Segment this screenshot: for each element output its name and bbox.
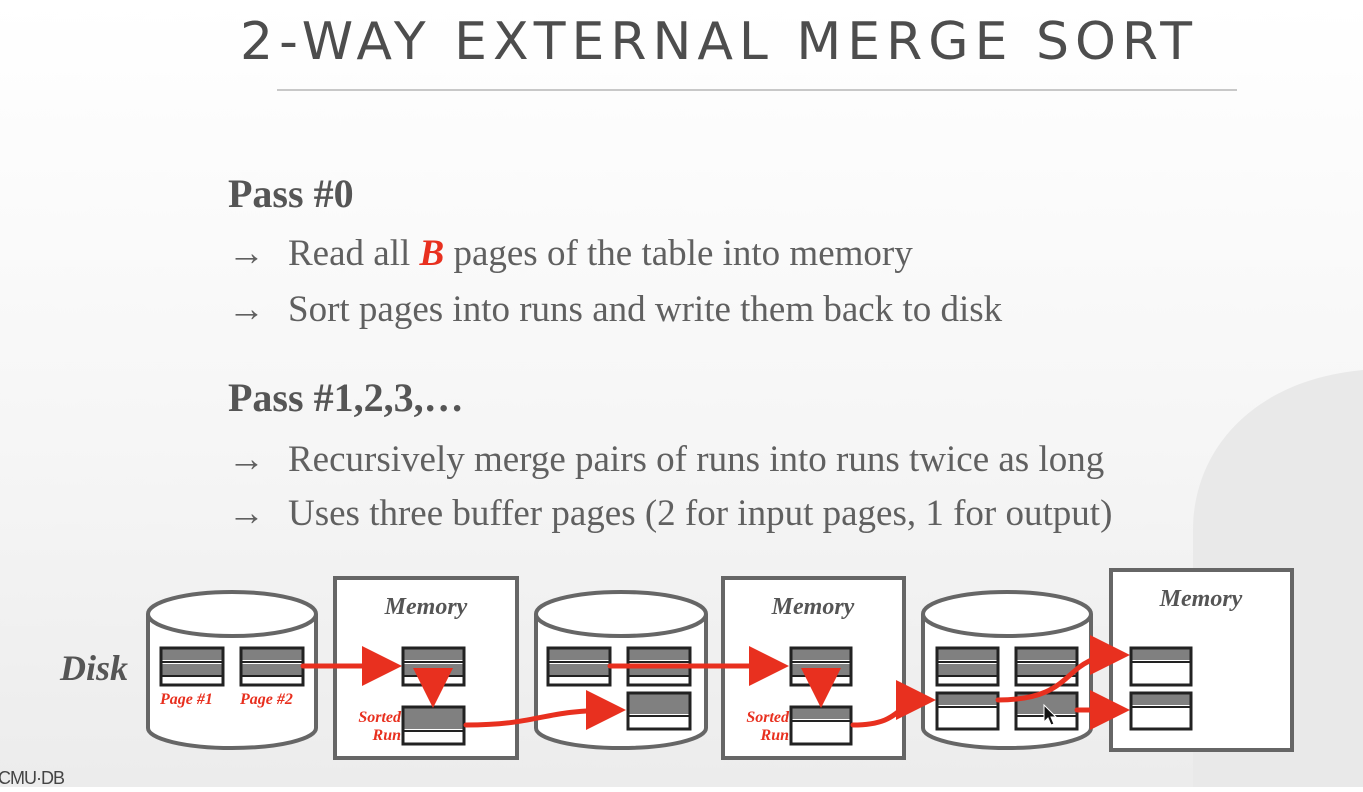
memory2-sorted-run xyxy=(789,705,853,746)
b-variable: B xyxy=(419,233,445,274)
memory3-input-page-1 xyxy=(1129,646,1193,687)
memory3-input-page-2 xyxy=(1129,691,1193,731)
slide-title: 2-WAY EXTERNAL MERGE SORT xyxy=(240,12,1199,72)
disk2-page-1 xyxy=(546,646,612,687)
pass0-heading: Pass #0 xyxy=(228,171,354,216)
arrow-icon: → xyxy=(228,233,265,274)
pass0-bullet-2: → Sort pages into runs and write them bac… xyxy=(228,288,1002,331)
memory-label-1: Memory xyxy=(384,594,468,620)
pass0-bullet-1: → Read all B pages of the table into memo… xyxy=(228,232,913,275)
run-label-1: Run xyxy=(372,727,402,744)
run-label-2: Run xyxy=(760,727,790,744)
bullet-text-pre: Read all xyxy=(288,233,420,274)
bullet-text-post: pages of the table into memory xyxy=(444,233,913,274)
memory1-sorted-run xyxy=(401,705,466,746)
disk1-page-1 xyxy=(159,646,225,687)
memory-label-3: Memory xyxy=(1159,586,1243,612)
sorted-label-2: Sorted xyxy=(746,709,790,726)
page2-label: Page #2 xyxy=(239,691,293,708)
pass1-heading: Pass #1,2,3,… xyxy=(228,375,464,420)
sorted-label-1: Sorted xyxy=(358,709,402,726)
arrow-icon: → xyxy=(228,493,265,534)
pass1-bullet-1: → Recursively merge pairs of runs into ru… xyxy=(228,438,1104,481)
arrow-icon: → xyxy=(228,289,265,330)
disk-label: Disk xyxy=(59,648,128,688)
bullet-text: Uses three buffer pages (2 for input pag… xyxy=(288,493,1113,534)
page1-label: Page #1 xyxy=(159,691,213,708)
arrow-icon: → xyxy=(228,439,265,480)
cmu-db-logo: CMU·DB xyxy=(0,768,65,788)
disk1-page-2 xyxy=(239,646,305,687)
disk2-sorted-run xyxy=(626,691,692,731)
disk3-run-1 xyxy=(935,691,1000,731)
disk3-page-1 xyxy=(935,646,1000,687)
bullet-text: Sort pages into runs and write them back… xyxy=(288,289,1003,330)
merge-sort-diagram: Disk Page #1 Page #2 Memory Sorted Run M… xyxy=(59,568,1294,760)
pass1-bullet-2: → Uses three buffer pages (2 for input pa… xyxy=(228,492,1112,535)
title-divider xyxy=(277,89,1237,91)
memory2-input-page xyxy=(789,646,853,687)
memory-label-2: Memory xyxy=(771,594,855,620)
bullet-text: Recursively merge pairs of runs into run… xyxy=(288,439,1105,480)
memory1-input-page xyxy=(401,646,466,687)
